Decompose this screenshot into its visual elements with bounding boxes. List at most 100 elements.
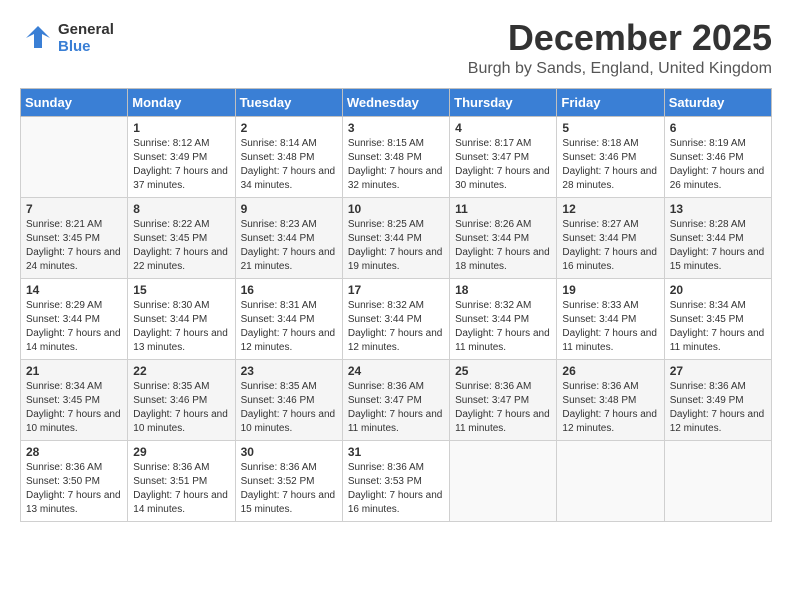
sunset-text: Sunset: 3:44 PM bbox=[562, 314, 636, 325]
calendar-cell: 29 Sunrise: 8:36 AM Sunset: 3:51 PM Dayl… bbox=[128, 441, 235, 522]
sunset-text: Sunset: 3:45 PM bbox=[670, 314, 744, 325]
day-info: Sunrise: 8:14 AM Sunset: 3:48 PM Dayligh… bbox=[241, 137, 337, 193]
daylight-text: Daylight: 7 hours and 14 minutes. bbox=[26, 328, 121, 353]
calendar-cell: 25 Sunrise: 8:36 AM Sunset: 3:47 PM Dayl… bbox=[450, 360, 557, 441]
daylight-text: Daylight: 7 hours and 12 minutes. bbox=[670, 409, 765, 434]
day-info: Sunrise: 8:34 AM Sunset: 3:45 PM Dayligh… bbox=[670, 299, 766, 355]
day-info: Sunrise: 8:35 AM Sunset: 3:46 PM Dayligh… bbox=[133, 380, 229, 436]
day-number: 31 bbox=[348, 445, 444, 459]
calendar-header: Sunday Monday Tuesday Wednesday Thursday… bbox=[21, 89, 772, 117]
calendar-cell: 11 Sunrise: 8:26 AM Sunset: 3:44 PM Dayl… bbox=[450, 198, 557, 279]
day-info: Sunrise: 8:12 AM Sunset: 3:49 PM Dayligh… bbox=[133, 137, 229, 193]
daylight-text: Daylight: 7 hours and 11 minutes. bbox=[670, 328, 765, 353]
sunrise-text: Sunrise: 8:35 AM bbox=[133, 381, 209, 392]
sunrise-text: Sunrise: 8:36 AM bbox=[26, 462, 102, 473]
sunset-text: Sunset: 3:44 PM bbox=[455, 233, 529, 244]
calendar-cell: 31 Sunrise: 8:36 AM Sunset: 3:53 PM Dayl… bbox=[342, 441, 449, 522]
sunrise-text: Sunrise: 8:21 AM bbox=[26, 219, 102, 230]
sunrise-text: Sunrise: 8:15 AM bbox=[348, 138, 424, 149]
day-number: 13 bbox=[670, 202, 766, 216]
day-number: 29 bbox=[133, 445, 229, 459]
sunset-text: Sunset: 3:44 PM bbox=[241, 233, 315, 244]
sunset-text: Sunset: 3:47 PM bbox=[348, 395, 422, 406]
sunset-text: Sunset: 3:44 PM bbox=[241, 314, 315, 325]
sunrise-text: Sunrise: 8:34 AM bbox=[26, 381, 102, 392]
sunset-text: Sunset: 3:45 PM bbox=[26, 395, 100, 406]
sunset-text: Sunset: 3:48 PM bbox=[562, 395, 636, 406]
calendar-cell: 9 Sunrise: 8:23 AM Sunset: 3:44 PM Dayli… bbox=[235, 198, 342, 279]
day-info: Sunrise: 8:18 AM Sunset: 3:46 PM Dayligh… bbox=[562, 137, 658, 193]
sunrise-text: Sunrise: 8:25 AM bbox=[348, 219, 424, 230]
sunrise-text: Sunrise: 8:28 AM bbox=[670, 219, 746, 230]
day-info: Sunrise: 8:32 AM Sunset: 3:44 PM Dayligh… bbox=[348, 299, 444, 355]
sunrise-text: Sunrise: 8:34 AM bbox=[670, 300, 746, 311]
sunrise-text: Sunrise: 8:36 AM bbox=[562, 381, 638, 392]
calendar-cell: 3 Sunrise: 8:15 AM Sunset: 3:48 PM Dayli… bbox=[342, 117, 449, 198]
daylight-text: Daylight: 7 hours and 10 minutes. bbox=[133, 409, 228, 434]
day-number: 8 bbox=[133, 202, 229, 216]
sunset-text: Sunset: 3:46 PM bbox=[670, 152, 744, 163]
calendar-cell: 17 Sunrise: 8:32 AM Sunset: 3:44 PM Dayl… bbox=[342, 279, 449, 360]
sunrise-text: Sunrise: 8:32 AM bbox=[455, 300, 531, 311]
daylight-text: Daylight: 7 hours and 30 minutes. bbox=[455, 166, 550, 191]
daylight-text: Daylight: 7 hours and 12 minutes. bbox=[562, 409, 657, 434]
sunrise-text: Sunrise: 8:36 AM bbox=[241, 462, 317, 473]
sunrise-text: Sunrise: 8:30 AM bbox=[133, 300, 209, 311]
calendar-cell: 10 Sunrise: 8:25 AM Sunset: 3:44 PM Dayl… bbox=[342, 198, 449, 279]
day-info: Sunrise: 8:36 AM Sunset: 3:51 PM Dayligh… bbox=[133, 461, 229, 517]
title-block: December 2025 Burgh by Sands, England, U… bbox=[468, 20, 772, 78]
page-header: General Blue December 2025 Burgh by Sand… bbox=[20, 20, 772, 78]
daylight-text: Daylight: 7 hours and 11 minutes. bbox=[348, 409, 443, 434]
day-info: Sunrise: 8:36 AM Sunset: 3:52 PM Dayligh… bbox=[241, 461, 337, 517]
sunset-text: Sunset: 3:44 PM bbox=[133, 314, 207, 325]
day-info: Sunrise: 8:36 AM Sunset: 3:47 PM Dayligh… bbox=[348, 380, 444, 436]
calendar-cell: 15 Sunrise: 8:30 AM Sunset: 3:44 PM Dayl… bbox=[128, 279, 235, 360]
calendar-cell: 4 Sunrise: 8:17 AM Sunset: 3:47 PM Dayli… bbox=[450, 117, 557, 198]
daylight-text: Daylight: 7 hours and 19 minutes. bbox=[348, 247, 443, 272]
calendar-cell: 20 Sunrise: 8:34 AM Sunset: 3:45 PM Dayl… bbox=[664, 279, 771, 360]
calendar-cell: 13 Sunrise: 8:28 AM Sunset: 3:44 PM Dayl… bbox=[664, 198, 771, 279]
header-saturday: Saturday bbox=[664, 89, 771, 117]
sunrise-text: Sunrise: 8:19 AM bbox=[670, 138, 746, 149]
day-info: Sunrise: 8:29 AM Sunset: 3:44 PM Dayligh… bbox=[26, 299, 122, 355]
day-number: 4 bbox=[455, 121, 551, 135]
sunset-text: Sunset: 3:48 PM bbox=[241, 152, 315, 163]
calendar-cell bbox=[450, 441, 557, 522]
calendar-week-row: 21 Sunrise: 8:34 AM Sunset: 3:45 PM Dayl… bbox=[21, 360, 772, 441]
day-info: Sunrise: 8:31 AM Sunset: 3:44 PM Dayligh… bbox=[241, 299, 337, 355]
day-info: Sunrise: 8:17 AM Sunset: 3:47 PM Dayligh… bbox=[455, 137, 551, 193]
sunset-text: Sunset: 3:44 PM bbox=[455, 314, 529, 325]
calendar-week-row: 1 Sunrise: 8:12 AM Sunset: 3:49 PM Dayli… bbox=[21, 117, 772, 198]
sunrise-text: Sunrise: 8:27 AM bbox=[562, 219, 638, 230]
sunrise-text: Sunrise: 8:22 AM bbox=[133, 219, 209, 230]
calendar-cell: 24 Sunrise: 8:36 AM Sunset: 3:47 PM Dayl… bbox=[342, 360, 449, 441]
sunrise-text: Sunrise: 8:14 AM bbox=[241, 138, 317, 149]
sunset-text: Sunset: 3:44 PM bbox=[562, 233, 636, 244]
day-info: Sunrise: 8:33 AM Sunset: 3:44 PM Dayligh… bbox=[562, 299, 658, 355]
sunrise-text: Sunrise: 8:32 AM bbox=[348, 300, 424, 311]
day-info: Sunrise: 8:36 AM Sunset: 3:49 PM Dayligh… bbox=[670, 380, 766, 436]
sunset-text: Sunset: 3:46 PM bbox=[562, 152, 636, 163]
calendar-cell: 8 Sunrise: 8:22 AM Sunset: 3:45 PM Dayli… bbox=[128, 198, 235, 279]
day-number: 19 bbox=[562, 283, 658, 297]
calendar-body: 1 Sunrise: 8:12 AM Sunset: 3:49 PM Dayli… bbox=[21, 117, 772, 522]
day-number: 28 bbox=[26, 445, 122, 459]
calendar-cell: 18 Sunrise: 8:32 AM Sunset: 3:44 PM Dayl… bbox=[450, 279, 557, 360]
sunrise-text: Sunrise: 8:17 AM bbox=[455, 138, 531, 149]
logo-blue-text: Blue bbox=[58, 38, 114, 55]
day-number: 21 bbox=[26, 364, 122, 378]
location-subtitle: Burgh by Sands, England, United Kingdom bbox=[468, 60, 772, 78]
day-info: Sunrise: 8:23 AM Sunset: 3:44 PM Dayligh… bbox=[241, 218, 337, 274]
daylight-text: Daylight: 7 hours and 15 minutes. bbox=[241, 490, 336, 515]
day-info: Sunrise: 8:36 AM Sunset: 3:48 PM Dayligh… bbox=[562, 380, 658, 436]
day-number: 11 bbox=[455, 202, 551, 216]
day-info: Sunrise: 8:36 AM Sunset: 3:53 PM Dayligh… bbox=[348, 461, 444, 517]
sunrise-text: Sunrise: 8:36 AM bbox=[133, 462, 209, 473]
calendar-cell bbox=[21, 117, 128, 198]
daylight-text: Daylight: 7 hours and 32 minutes. bbox=[348, 166, 443, 191]
daylight-text: Daylight: 7 hours and 10 minutes. bbox=[26, 409, 121, 434]
day-info: Sunrise: 8:35 AM Sunset: 3:46 PM Dayligh… bbox=[241, 380, 337, 436]
daylight-text: Daylight: 7 hours and 14 minutes. bbox=[133, 490, 228, 515]
calendar-cell: 23 Sunrise: 8:35 AM Sunset: 3:46 PM Dayl… bbox=[235, 360, 342, 441]
sunrise-text: Sunrise: 8:36 AM bbox=[670, 381, 746, 392]
